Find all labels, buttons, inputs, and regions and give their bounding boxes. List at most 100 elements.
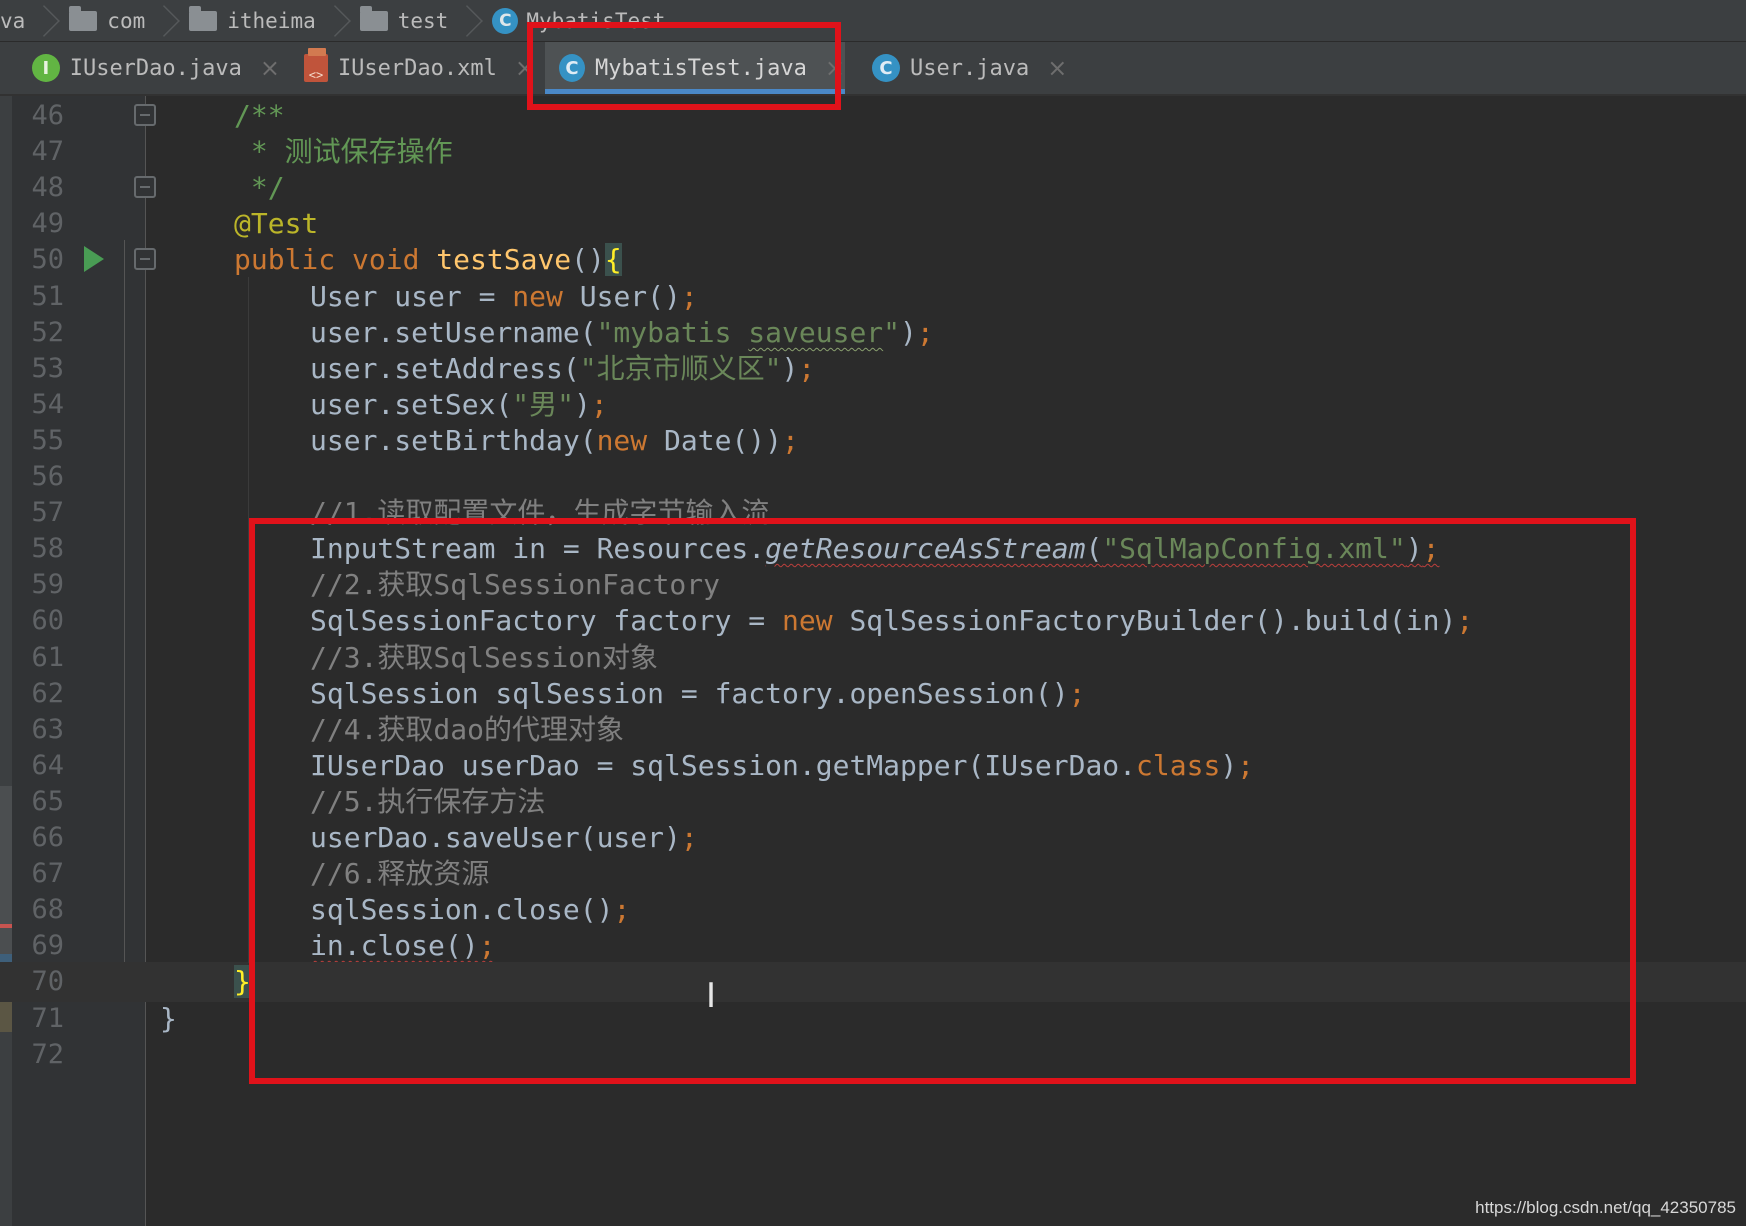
code-text: //2.获取SqlSessionFactory xyxy=(310,565,720,605)
breadcrumb-label: itheima xyxy=(227,8,316,33)
close-icon[interactable]: × xyxy=(260,54,280,82)
class-icon: C xyxy=(492,7,519,34)
code-token: ; xyxy=(590,388,608,421)
code-token: ( xyxy=(1085,532,1103,565)
code-token: } xyxy=(160,1002,177,1035)
folder-icon xyxy=(189,5,218,31)
code-token: ; xyxy=(798,352,816,385)
code-line[interactable]: 66 userDao.saveUser(user); xyxy=(0,818,1746,858)
code-line[interactable]: 48 */ xyxy=(0,168,1746,208)
breadcrumb-separator-icon xyxy=(35,0,49,41)
code-line[interactable]: 50 public void testSave(){ xyxy=(0,240,1746,280)
breadcrumb-item[interactable]: C MybatisTest xyxy=(482,0,675,41)
code-line[interactable]: 64 IUserDao userDao = sqlSession.getMappe… xyxy=(0,746,1746,786)
close-icon[interactable]: × xyxy=(825,54,845,82)
code-token: " xyxy=(883,316,901,349)
code-token: ; xyxy=(1422,532,1440,565)
code-line[interactable]: 53 user.setAddress("北京市顺义区"); xyxy=(0,349,1746,389)
breadcrumb-label: MybatisTest xyxy=(526,8,666,33)
editor-tab-bar: I IUserDao.java × <> IUserDao.xml × C MybatisTe… xyxy=(0,42,1746,96)
code-line[interactable]: 69 in.close(); xyxy=(0,926,1746,966)
code-line[interactable]: 67 //6.释放资源 xyxy=(0,854,1746,894)
code-line[interactable]: 54 user.setSex("男"); xyxy=(0,385,1746,425)
code-line[interactable]: 60 SqlSessionFactory factory = new SqlSes… xyxy=(0,601,1746,641)
close-icon[interactable]: × xyxy=(515,54,535,82)
code-token: user.setUsername( xyxy=(310,316,597,349)
code-text: SqlSessionFactory factory = new SqlSessi… xyxy=(310,601,1473,641)
editor-tab[interactable]: I IUserDao.java × xyxy=(18,42,280,94)
code-token: //1.读取配置文件，生成字节输入流 xyxy=(310,496,770,529)
code-line[interactable]: 56 xyxy=(0,457,1746,497)
text-cursor-ibeam: I xyxy=(706,976,717,1016)
class-icon: C xyxy=(872,54,900,82)
code-text: user.setSex("男"); xyxy=(310,385,608,425)
editor-tab[interactable]: <> IUserDao.xml × xyxy=(290,42,535,94)
code-token: saveuser xyxy=(748,316,884,349)
code-line[interactable]: 61 //3.获取SqlSession对象 xyxy=(0,638,1746,678)
code-text: */ xyxy=(234,168,285,208)
line-number: 61 xyxy=(31,642,64,673)
code-text: SqlSession sqlSession = factory.openSess… xyxy=(310,674,1085,714)
code-token: userDao.saveUser(user) xyxy=(310,821,681,854)
code-line[interactable]: 49 @Test xyxy=(0,204,1746,244)
code-editor[interactable]: 46/** 47 * 测试保存操作 48 */49 @Test 50 public voi… xyxy=(0,96,1746,1226)
code-token: class xyxy=(1136,749,1221,782)
code-token: ; xyxy=(478,929,496,962)
code-token: //3.获取SqlSession对象 xyxy=(310,641,659,674)
code-text: user.setAddress("北京市顺义区"); xyxy=(310,349,815,389)
line-number: 55 xyxy=(31,425,64,456)
code-line[interactable]: 62 SqlSession sqlSession = factory.openSe… xyxy=(0,674,1746,714)
code-line[interactable]: 47 * 测试保存操作 xyxy=(0,132,1746,172)
code-text: InputStream in = Resources.getResourceAs… xyxy=(310,529,1439,569)
indent-guide xyxy=(248,277,249,963)
line-number: 64 xyxy=(31,750,64,781)
breadcrumb-item[interactable]: va xyxy=(0,0,59,41)
code-token: new xyxy=(512,280,580,313)
code-line[interactable]: 55 user.setBirthday(new Date()); xyxy=(0,421,1746,461)
line-number: 63 xyxy=(31,714,64,745)
editor-tab[interactable]: C User.java × xyxy=(858,42,1068,94)
line-number: 47 xyxy=(31,136,64,167)
code-token: ; xyxy=(1068,677,1086,710)
code-line[interactable]: 51 User user = new User(); xyxy=(0,277,1746,317)
code-line[interactable]: 59 //2.获取SqlSessionFactory xyxy=(0,565,1746,605)
code-line[interactable]: 71} xyxy=(0,999,1746,1039)
code-token: ) xyxy=(900,316,917,349)
code-line[interactable]: 58 InputStream in = Resources.getResource… xyxy=(0,529,1746,569)
code-token: SqlSessionFactoryBuilder().build(in) xyxy=(849,604,1457,637)
code-token: user.setSex( xyxy=(310,388,513,421)
folder-icon xyxy=(359,5,388,31)
code-line[interactable]: 63 //4.获取dao的代理对象 xyxy=(0,710,1746,750)
breadcrumb-separator-icon xyxy=(326,0,340,41)
code-token: ) xyxy=(1405,532,1423,565)
breadcrumb-separator-icon xyxy=(155,0,169,41)
navigation-breadcrumb: va com itheima test C MybatisTest xyxy=(0,0,1746,42)
code-line[interactable]: 65 //5.执行保存方法 xyxy=(0,782,1746,822)
code-token: User user = xyxy=(310,280,513,313)
code-token: sqlSession.close() xyxy=(310,893,614,926)
code-token: ; xyxy=(1456,604,1474,637)
line-number: 54 xyxy=(31,389,64,420)
code-line[interactable]: 46 /** xyxy=(0,96,1746,136)
code-line[interactable]: 70} xyxy=(0,962,1746,1002)
breadcrumb-item[interactable]: com xyxy=(59,0,179,41)
line-number: 68 xyxy=(31,894,64,925)
editor-tab[interactable]: C MybatisTest.java × xyxy=(545,42,845,94)
close-icon[interactable]: × xyxy=(1047,54,1067,82)
code-line[interactable]: 57 //1.读取配置文件，生成字节输入流 xyxy=(0,493,1746,533)
code-text: user.setUsername("mybatis saveuser"); xyxy=(310,313,934,353)
breadcrumb-item[interactable]: test xyxy=(350,0,483,41)
code-text: in.close(); xyxy=(310,926,495,966)
code-line[interactable]: 68 sqlSession.close(); xyxy=(0,890,1746,930)
code-token: //6.释放资源 xyxy=(310,857,490,890)
code-token: "SqlMapConfig.xml" xyxy=(1102,532,1406,565)
code-line[interactable]: 72 xyxy=(0,1035,1746,1075)
interface-icon: I xyxy=(32,54,60,82)
code-token: @Test xyxy=(234,207,319,240)
code-text: } xyxy=(160,999,177,1039)
code-text: //5.执行保存方法 xyxy=(310,782,545,822)
code-token: "北京市顺义区" xyxy=(579,352,782,385)
breadcrumb-item[interactable]: itheima xyxy=(179,0,350,41)
code-text: sqlSession.close(); xyxy=(310,890,630,930)
code-line[interactable]: 52 user.setUsername("mybatis saveuser"); xyxy=(0,313,1746,353)
